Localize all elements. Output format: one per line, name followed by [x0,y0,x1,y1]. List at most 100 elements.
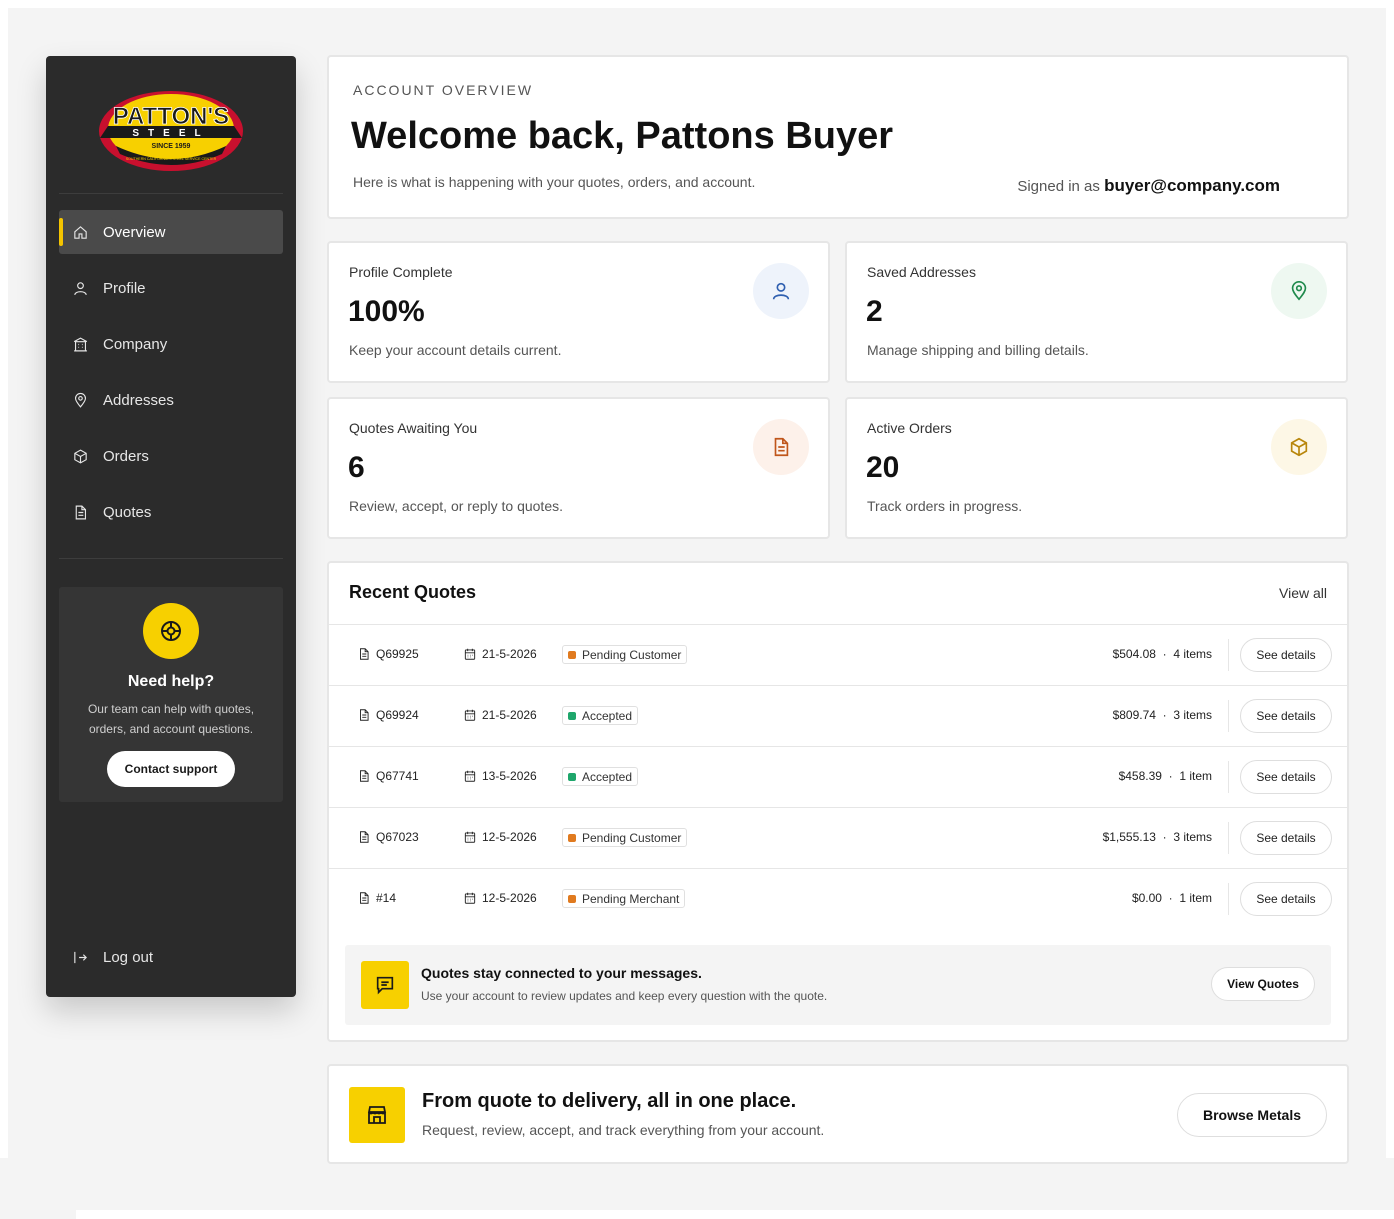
status-dot [568,711,576,720]
quote-date-text: 21-5-2026 [482,647,537,661]
support-icon [143,603,199,659]
see-details-button[interactable]: See details [1240,638,1332,672]
quote-items: 3 items [1173,708,1212,722]
see-details-button[interactable]: See details [1240,882,1332,916]
document-icon [753,419,809,475]
signed-in-email: buyer@company.com [1104,176,1280,195]
recent-quotes-title: Recent Quotes [349,582,477,602]
quote-items: 4 items [1173,647,1212,661]
quote-date-text: 12-5-2026 [482,830,537,844]
status-badge: Accepted [562,767,639,786]
pattons-steel-logo[interactable]: PATTON'S STEEL SINCE 1959 SOUTHERN CALIF… [96,84,246,174]
sidebar-item-profile[interactable]: Profile [59,266,283,310]
sidebar-item-overview[interactable]: Overview [59,210,283,254]
table-row[interactable]: Q67741 13-5-2026 Accepted $458.39 · 1 it… [329,747,1347,808]
calendar-icon [464,831,476,843]
table-row[interactable]: Q69924 21-5-2026 Accepted $809.74 · 3 it… [329,686,1347,747]
quote-id: #14 [357,891,396,905]
calendar-icon [464,892,476,904]
browse-metals-button[interactable]: Browse Metals [1177,1093,1327,1137]
table-row[interactable]: Q69925 21-5-2026 Pending Customer $504.0… [329,625,1347,686]
see-details-button[interactable]: See details [1240,821,1332,855]
document-icon [71,503,89,521]
quotes-table: Q69925 21-5-2026 Pending Customer $504.0… [329,625,1347,930]
quote-id-text: Q67023 [376,830,419,844]
recent-quotes-card: Recent Quotes View all Q69925 21-5-2026 … [327,561,1349,1042]
quote-id: Q69924 [357,708,419,722]
quote-date: 12-5-2026 [463,891,537,905]
help-card: Need help? Our team can help with quotes… [59,587,283,802]
sidebar-item-label: Profile [103,279,146,297]
quote-id-text: Q69924 [376,708,419,722]
sidebar-item-label: Quotes [103,503,152,521]
box-icon [1271,419,1327,475]
stat-card-orders[interactable]: Active Orders 20 Track orders in progres… [845,397,1348,539]
stat-description: Track orders in progress. [867,498,1023,514]
divider [1228,883,1229,915]
stat-card-quotes[interactable]: Quotes Awaiting You 6 Review, accept, or… [327,397,830,539]
document-icon [360,770,369,782]
sidebar-item-quotes[interactable]: Quotes [59,490,283,534]
table-row[interactable]: Q67023 12-5-2026 Pending Customer $1,555… [329,808,1347,869]
map-pin-icon [1271,263,1327,319]
status-dot [568,833,576,842]
quote-total: $458.39 [1118,769,1162,783]
see-details-button[interactable]: See details [1240,760,1332,794]
quote-date: 12-5-2026 [463,830,537,844]
table-row[interactable]: #14 12-5-2026 Pending Merchant $0.00 · 1… [329,869,1347,930]
quote-id-text: #14 [376,891,397,905]
user-icon [753,263,809,319]
page-title: Welcome back, Pattons Buyer [351,115,894,157]
stat-description: Keep your account details current. [349,342,562,358]
view-quotes-button[interactable]: View Quotes [1211,967,1315,1001]
logo-sub-text: STEEL [132,128,209,139]
status-text: Pending Merchant [582,891,680,906]
stat-label: Active Orders [867,420,952,436]
promo-text: Request, review, accept, and track every… [422,1122,825,1138]
user-icon [71,279,89,297]
quote-date-text: 12-5-2026 [482,891,537,905]
status-dot [568,650,576,659]
sidebar-divider [59,558,283,559]
quote-date: 13-5-2026 [463,769,537,783]
message-icon [361,961,409,1009]
divider [1228,639,1229,671]
quote-amount: $504.08 · 4 items [1112,647,1212,661]
document-icon [360,892,369,904]
status-text: Accepted [582,769,633,784]
sidebar-item-addresses[interactable]: Addresses [59,378,283,422]
stat-card-addresses[interactable]: Saved Addresses 2 Manage shipping and bi… [845,241,1348,383]
building-icon [71,335,89,353]
contact-support-button[interactable]: Contact support [107,751,235,787]
see-details-button[interactable]: See details [1240,699,1332,733]
status-badge: Accepted [562,706,639,725]
status-badge: Pending Customer [562,828,688,847]
sidebar-nav: Overview Profile Company Addresses Order… [59,210,283,546]
status-dot [568,772,576,781]
stat-card-profile[interactable]: Profile Complete 100% Keep your account … [327,241,830,383]
document-icon [360,648,369,660]
sidebar-item-company[interactable]: Company [59,322,283,366]
divider [1228,761,1229,793]
document-icon [360,831,369,843]
calendar-icon [464,770,476,782]
quote-id-text: Q67741 [376,769,419,783]
document-icon [360,709,369,721]
promo-card: From quote to delivery, all in one place… [327,1064,1349,1164]
quote-amount: $1,555.13 · 3 items [1102,830,1212,844]
logout-button[interactable]: Log out [71,948,153,966]
sidebar-item-orders[interactable]: Orders [59,434,283,478]
quote-date-text: 21-5-2026 [482,708,537,722]
status-text: Pending Customer [582,647,682,662]
box-icon [71,447,89,465]
quote-total: $0.00 [1131,891,1162,905]
calendar-icon [464,648,476,660]
quote-total: $1,555.13 [1102,830,1156,844]
stat-description: Review, accept, or reply to quotes. [349,498,563,514]
view-all-link[interactable]: View all [1279,585,1327,601]
quote-id: Q69925 [357,647,419,661]
stat-value: 20 [866,451,900,484]
logo-main-text: PATTON'S [113,103,229,130]
map-pin-icon [71,391,89,409]
quote-items: 3 items [1173,830,1212,844]
